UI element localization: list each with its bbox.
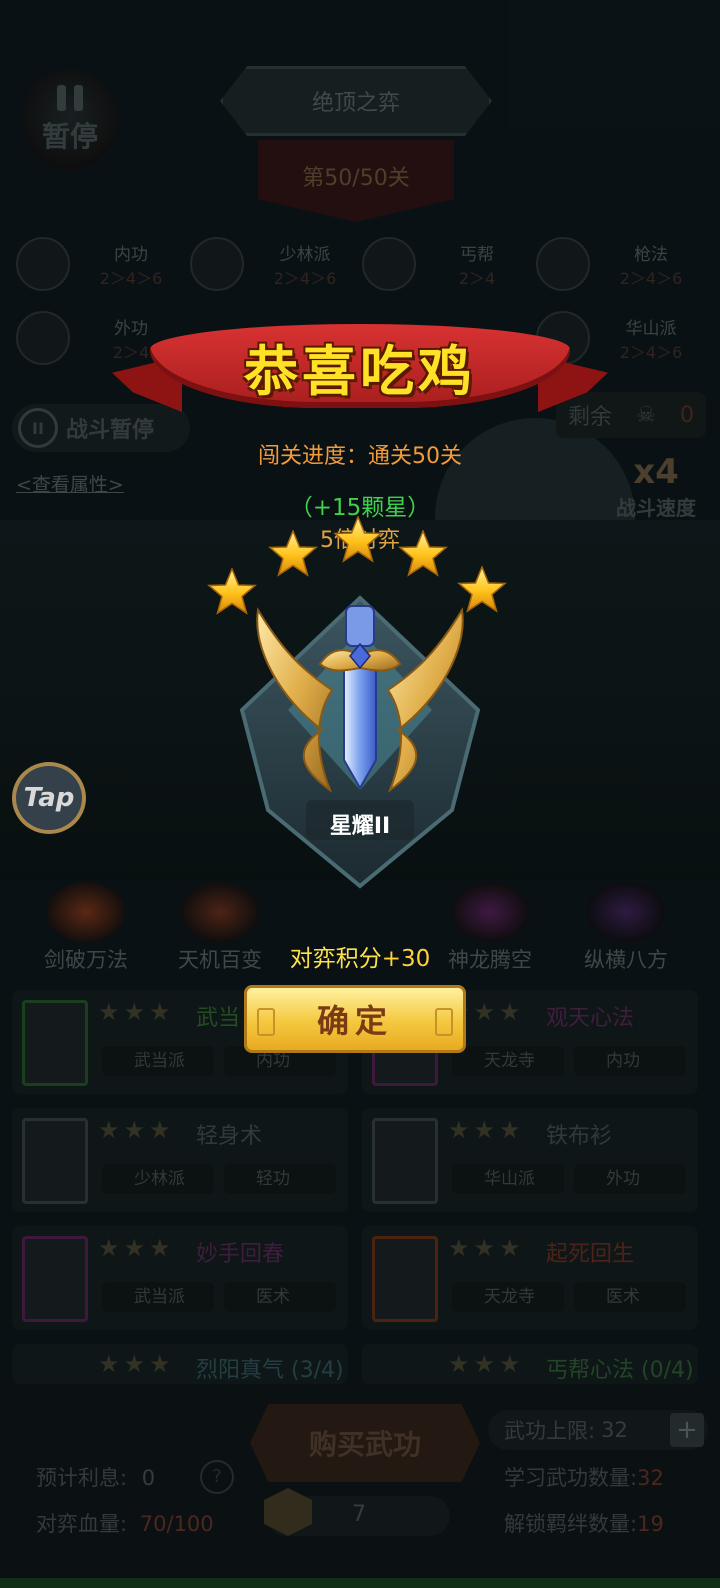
score-value: +30 xyxy=(381,946,431,972)
victory-banner: 恭喜吃鸡 xyxy=(112,318,608,420)
progress-text: 闯关进度：通关50关 xyxy=(258,444,462,469)
score-line: 对弈积分+30 xyxy=(270,939,450,973)
score-label: 对弈积分 xyxy=(289,946,382,972)
multiplier-text: 5倍对弈 xyxy=(320,528,400,553)
ribbon: 恭喜吃鸡 xyxy=(150,324,570,408)
rank-badge-icon xyxy=(239,595,481,889)
victory-title: 恭喜吃鸡 xyxy=(244,338,476,403)
confirm-button[interactable]: 确定 xyxy=(244,985,466,1053)
rank-name: 星耀II xyxy=(329,814,391,839)
stars-gained-text: （+15颗星） xyxy=(289,495,431,521)
